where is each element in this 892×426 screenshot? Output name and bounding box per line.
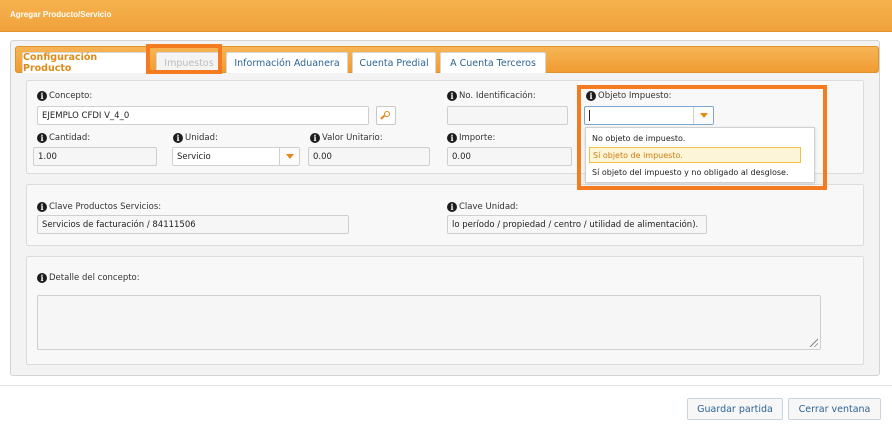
option-si-objeto-no-desglose[interactable]: Sí objeto del impuesto y no obligado al … — [589, 164, 801, 180]
chevron-down-icon — [699, 113, 708, 118]
chevron-down-icon — [285, 154, 294, 159]
tab-informacion-aduanera[interactable]: Información Aduanera — [226, 52, 348, 73]
info-icon[interactable]: i — [447, 133, 457, 143]
search-icon — [380, 110, 391, 121]
clave-productos-input[interactable]: Servicios de facturación / 84111506 — [37, 215, 349, 234]
info-icon[interactable]: i — [37, 91, 47, 101]
detalle-textarea[interactable] — [37, 295, 821, 350]
tab-cuenta-predial[interactable]: Cuenta Predial — [352, 52, 436, 73]
tab-configuracion-producto[interactable]: Configuración Producto — [22, 52, 149, 74]
window-titlebar: Agregar Producto/Servicio — [0, 0, 892, 32]
info-icon[interactable]: i — [173, 133, 183, 143]
info-icon[interactable]: i — [37, 133, 47, 143]
option-no-objeto[interactable]: No objeto de impuesto. — [589, 130, 801, 146]
no-identificacion-input[interactable] — [447, 106, 568, 125]
importe-input[interactable]: 0.00 — [447, 147, 572, 166]
objeto-impuesto-dropdown-button[interactable] — [693, 107, 713, 124]
option-si-objeto[interactable]: Sí objeto de impuesto. — [589, 147, 801, 163]
guardar-partida-button[interactable]: Guardar partida — [687, 398, 783, 420]
concepto-label: i Concepto: — [37, 91, 92, 101]
detalle-label: i Detalle del concepto: — [37, 273, 140, 283]
window-title: Agregar Producto/Servicio — [10, 10, 112, 19]
valor-unitario-label: i Valor Unitario: — [310, 133, 383, 143]
text-caret — [589, 110, 590, 121]
cerrar-ventana-button[interactable]: Cerrar ventana — [788, 398, 881, 420]
tab-impuestos[interactable]: Impuestos — [156, 52, 222, 73]
tab-a-cuenta-terceros[interactable]: A Cuenta Terceros — [440, 52, 546, 73]
info-icon[interactable]: i — [447, 202, 457, 212]
info-icon[interactable]: i — [310, 133, 320, 143]
no-identificacion-label: i No. Identificación: — [447, 91, 536, 101]
info-icon[interactable]: i — [586, 91, 596, 101]
cantidad-label: i Cantidad: — [37, 133, 90, 143]
info-icon[interactable]: i — [37, 202, 47, 212]
unidad-label: i Unidad: — [173, 133, 218, 143]
info-icon[interactable]: i — [37, 273, 47, 283]
valor-unitario-input[interactable]: 0.00 — [308, 147, 430, 166]
cantidad-input[interactable]: 1.00 — [33, 147, 157, 166]
importe-label: i Importe: — [447, 133, 495, 143]
tab-bar: Configuración Producto Impuestos Informa… — [15, 46, 879, 74]
concepto-search-button[interactable] — [376, 106, 396, 125]
objeto-impuesto-select[interactable] — [584, 106, 714, 125]
unidad-select[interactable]: Servicio — [172, 147, 300, 166]
resize-grip-icon[interactable] — [808, 337, 818, 347]
objeto-impuesto-options: No objeto de impuesto. Sí objeto de impu… — [585, 127, 815, 183]
objeto-impuesto-label: i Objeto Impuesto: — [586, 91, 672, 101]
info-icon[interactable]: i — [447, 91, 457, 101]
unidad-dropdown-button[interactable] — [279, 148, 299, 165]
clave-unidad-input[interactable]: lo período / propiedad / centro / utilid… — [447, 215, 707, 234]
clave-productos-label: i Clave Productos Servicios: — [37, 202, 161, 212]
clave-unidad-label: i Clave Unidad: — [447, 202, 518, 212]
concepto-input[interactable]: EJEMPLO CFDI V_4_0 — [37, 106, 369, 125]
footer-divider — [0, 385, 892, 386]
